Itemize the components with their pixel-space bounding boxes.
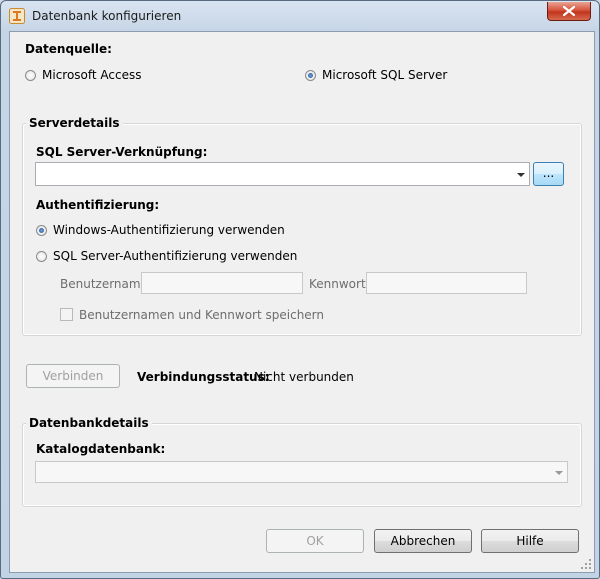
connection-label: SQL Server-Verknüpfung: [36, 145, 208, 159]
auth-label: Authentifizierung: [36, 198, 160, 212]
password-input[interactable] [366, 272, 527, 294]
window-title: Datenbank konfigurieren [32, 9, 182, 23]
close-button[interactable] [547, 2, 591, 21]
datasource-label: Datenquelle: [25, 42, 112, 56]
catalog-label: Katalogdatenbank: [36, 442, 166, 456]
help-button[interactable]: Hilfe [481, 529, 579, 553]
radio-sql-auth-label[interactable]: SQL Server-Authentifizierung verwenden [53, 249, 297, 263]
chevron-down-icon[interactable] [517, 173, 525, 177]
chevron-down-icon[interactable] [555, 471, 563, 475]
radio-sql-auth[interactable] [36, 251, 47, 262]
dialog-body: Datenquelle: Microsoft Access Microsoft … [9, 31, 595, 573]
browse-button[interactable]: ... [533, 162, 564, 186]
username-label: Benutzername [60, 277, 148, 291]
remember-checkbox[interactable] [60, 308, 73, 321]
remember-label[interactable]: Benutzernamen und Kennwort speichern [79, 308, 324, 322]
close-icon [563, 6, 575, 16]
radio-microsoft-access[interactable] [25, 70, 36, 81]
username-input[interactable] [141, 272, 303, 294]
connection-status-value: Nicht verbunden [254, 370, 354, 384]
connection-status-label: Verbindungsstatus: [137, 370, 270, 384]
connect-button[interactable]: Verbinden [26, 364, 120, 388]
radio-microsoft-sql-server-label[interactable]: Microsoft SQL Server [322, 68, 447, 82]
password-label: Kennwort [309, 277, 366, 291]
app-icon [9, 8, 25, 24]
serverdetails-title: Serverdetails [26, 116, 123, 130]
datenbankdetails-title: Datenbankdetails [26, 416, 152, 430]
resize-grip-icon[interactable] [581, 559, 592, 570]
radio-windows-auth-label[interactable]: Windows-Authentifizierung verwenden [53, 223, 285, 237]
radio-microsoft-access-label[interactable]: Microsoft Access [42, 68, 142, 82]
catalog-combobox[interactable] [35, 461, 568, 483]
dialog-window: Datenbank konfigurieren Datenquelle: Mic… [0, 0, 600, 579]
cancel-button[interactable]: Abbrechen [374, 529, 472, 553]
title-bar[interactable]: Datenbank konfigurieren [1, 1, 599, 31]
ok-button[interactable]: OK [266, 529, 364, 553]
radio-microsoft-sql-server[interactable] [305, 70, 316, 81]
connection-combobox[interactable] [35, 162, 530, 186]
radio-windows-auth[interactable] [36, 225, 47, 236]
